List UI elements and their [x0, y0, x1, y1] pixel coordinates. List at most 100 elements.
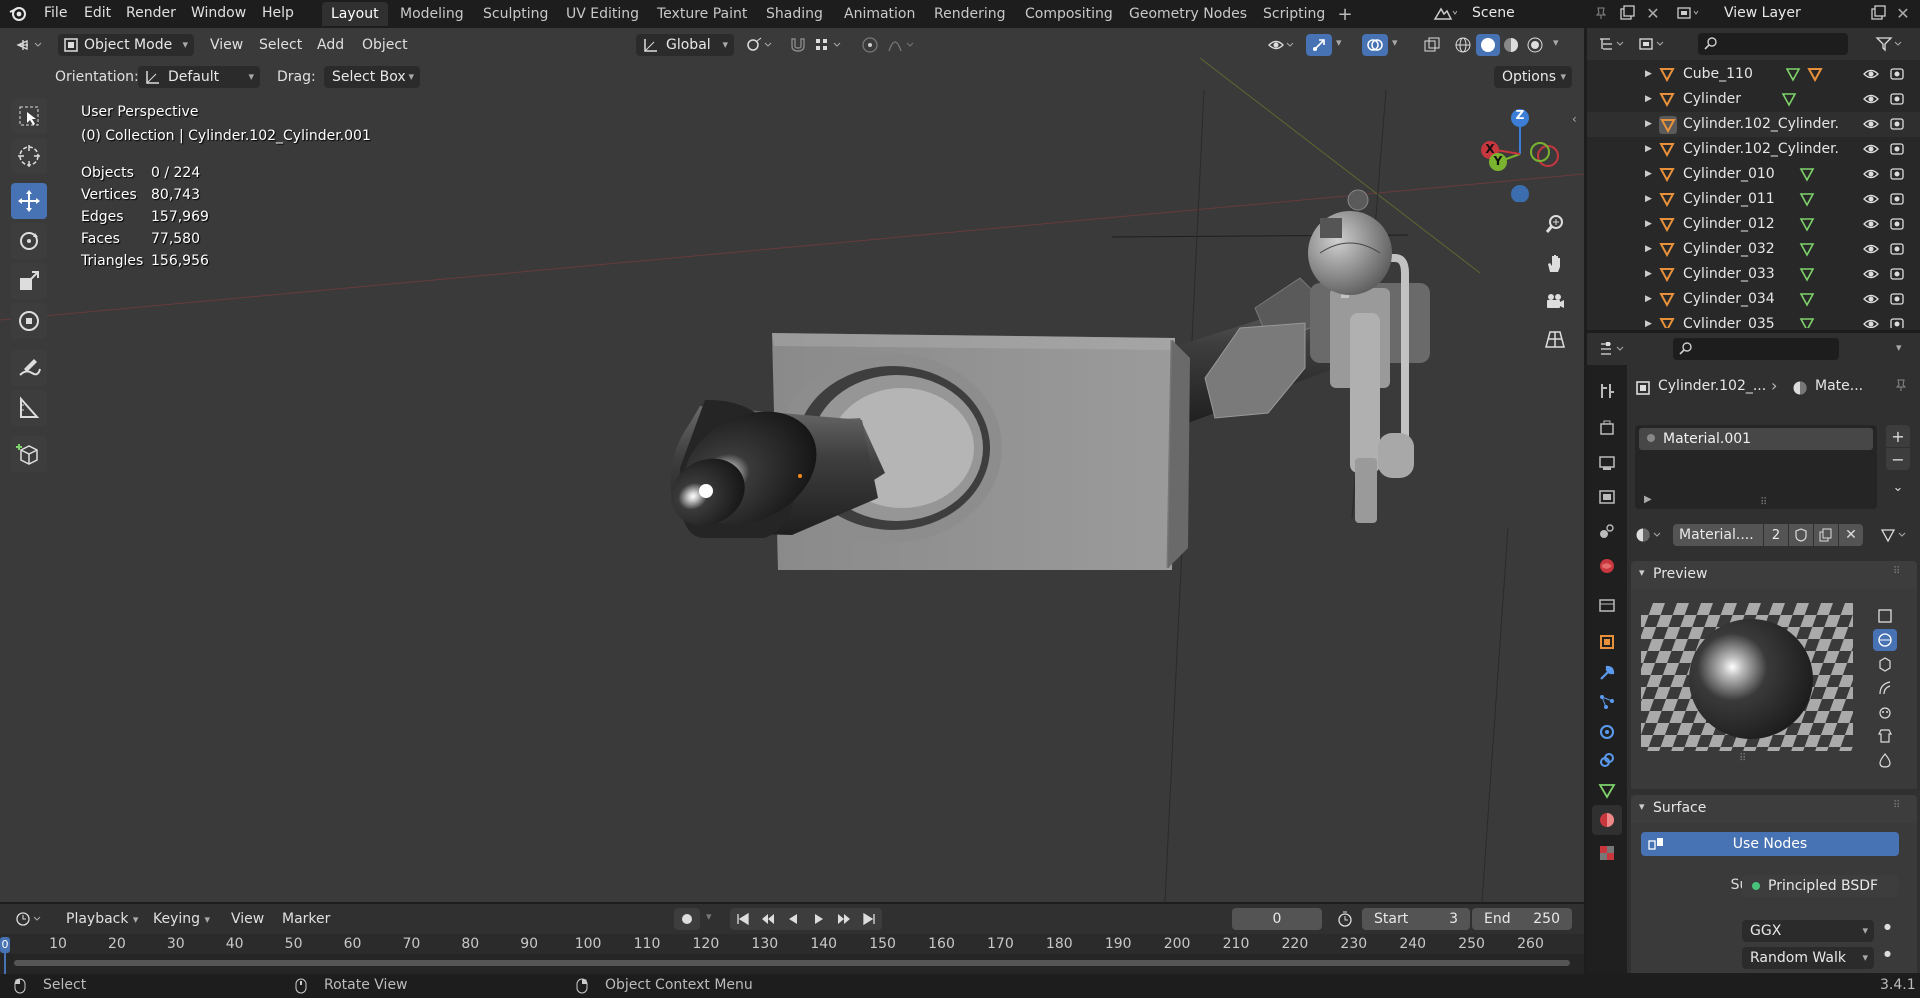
- pin-icon[interactable]: [1592, 4, 1610, 22]
- scene-name-field[interactable]: Scene: [1464, 2, 1612, 24]
- material-tab-icon[interactable]: [1592, 805, 1622, 835]
- tab-sculpting[interactable]: Sculpting: [474, 2, 557, 26]
- outliner-item-name[interactable]: Cylinder_035: [1683, 312, 1775, 328]
- filter-icon[interactable]: [1873, 33, 1907, 55]
- expand-arrow-icon[interactable]: ▶: [1645, 312, 1652, 328]
- tab-rendering[interactable]: Rendering: [925, 2, 1015, 26]
- outliner-item-name[interactable]: Cylinder_032: [1683, 237, 1775, 262]
- particles-tab-icon[interactable]: [1595, 690, 1619, 714]
- animate-dot-icon[interactable]: ●: [1884, 949, 1891, 958]
- eye-icon[interactable]: [1863, 91, 1879, 107]
- expand-arrow-icon[interactable]: ▶: [1645, 262, 1652, 287]
- outliner-editor-type-icon[interactable]: [1595, 33, 1631, 55]
- sphere-preview-icon[interactable]: [1873, 629, 1897, 651]
- texture-tab-icon[interactable]: [1595, 841, 1619, 865]
- camera-view-icon[interactable]: [1540, 286, 1570, 316]
- move-tool[interactable]: [11, 183, 47, 219]
- menu-view[interactable]: View: [210, 34, 243, 56]
- select-box-tool[interactable]: [11, 98, 47, 134]
- timeline-editor-type-icon[interactable]: [12, 908, 48, 930]
- drag-handle-icon[interactable]: ⠿: [1893, 566, 1900, 577]
- perspective-grid-icon[interactable]: [1540, 324, 1570, 354]
- scene-selector-icon[interactable]: [1430, 3, 1460, 23]
- outliner-row[interactable]: ▶ Cylinder_012: [1587, 212, 1920, 237]
- new-view-layer-icon[interactable]: [1868, 3, 1888, 23]
- outliner-search-input[interactable]: [1698, 33, 1848, 55]
- preview-resize-handle[interactable]: ⠿: [1739, 753, 1746, 764]
- outliner-row[interactable]: ▶ Cylinder_032: [1587, 237, 1920, 262]
- outliner-row[interactable]: ▶ Cylinder_011: [1587, 187, 1920, 212]
- display-mode-icon[interactable]: [1635, 33, 1671, 55]
- slot-specials-icon[interactable]: ⌄: [1886, 476, 1910, 498]
- camera-render-icon[interactable]: [1889, 66, 1905, 82]
- timeline-scrollbar[interactable]: [14, 960, 1570, 966]
- camera-render-icon[interactable]: [1889, 91, 1905, 107]
- tool-tab-icon[interactable]: [1595, 379, 1619, 403]
- jump-end-icon[interactable]: [862, 912, 876, 926]
- tab-compositing[interactable]: Compositing: [1016, 2, 1122, 26]
- tab-modeling[interactable]: Modeling: [391, 2, 473, 26]
- snap-magnet-icon[interactable]: [786, 34, 810, 56]
- start-frame-field[interactable]: Start 3: [1362, 908, 1470, 930]
- visibility-selectability-icon[interactable]: [1264, 34, 1300, 56]
- blender-logo-icon[interactable]: [8, 3, 28, 23]
- cube-preview-icon[interactable]: [1873, 653, 1897, 675]
- menu-timeline-view[interactable]: View: [231, 908, 264, 930]
- delete-scene-icon[interactable]: ✕: [1643, 3, 1663, 23]
- world-tab-icon[interactable]: [1595, 554, 1619, 578]
- timeline-area[interactable]: 10 20 30 40 50 60 70 80 90 100 110 120 130 140 150 160 1…: [0, 934, 1584, 974]
- eye-icon[interactable]: [1863, 241, 1879, 257]
- camera-render-icon[interactable]: [1889, 266, 1905, 282]
- material-preview-icon[interactable]: [1500, 34, 1522, 56]
- expand-arrow-icon[interactable]: ▶: [1645, 187, 1652, 212]
- expand-arrow-icon[interactable]: ▶: [1645, 212, 1652, 237]
- outliner-row[interactable]: ▶ Cylinder_035: [1587, 312, 1920, 328]
- pivot-point-icon[interactable]: [742, 34, 778, 56]
- object-tab-icon[interactable]: [1595, 630, 1619, 654]
- expand-arrow-icon[interactable]: ▶: [1645, 237, 1652, 262]
- modifiers-tab-icon[interactable]: [1595, 661, 1619, 685]
- add-slot-button[interactable]: +: [1886, 425, 1910, 447]
- monkey-preview-icon[interactable]: [1873, 701, 1897, 723]
- record-button[interactable]: [674, 908, 700, 930]
- tab-texture-paint[interactable]: Texture Paint: [648, 2, 756, 26]
- add-cube-tool[interactable]: [11, 436, 47, 472]
- physics-tab-icon[interactable]: [1595, 720, 1619, 744]
- outliner-row[interactable]: ▶ Cube_110: [1587, 62, 1920, 87]
- outliner-item-name[interactable]: Cylinder_010: [1683, 162, 1775, 187]
- flat-preview-icon[interactable]: [1873, 605, 1897, 627]
- scene-tab-icon[interactable]: [1595, 519, 1619, 543]
- outliner-item-name[interactable]: Cylinder_033: [1683, 262, 1775, 287]
- outliner-item-name[interactable]: Cylinder.102_Cylinder.: [1683, 137, 1839, 162]
- outliner-row[interactable]: ▶ Cylinder.102_Cylinder.: [1587, 137, 1920, 162]
- outliner-row[interactable]: ▶ Cylinder_010: [1587, 162, 1920, 187]
- camera-render-icon[interactable]: [1889, 316, 1905, 328]
- properties-editor-type-icon[interactable]: [1595, 338, 1631, 360]
- material-slot-row[interactable]: Material.001: [1639, 428, 1873, 450]
- tab-geometry-nodes[interactable]: Geometry Nodes: [1120, 2, 1256, 26]
- eye-icon[interactable]: [1863, 166, 1879, 182]
- overlays-dropdown-icon[interactable]: ▾: [1392, 36, 1398, 49]
- material-name-field[interactable]: Material....: [1673, 524, 1763, 546]
- browse-material-icon[interactable]: [1632, 524, 1668, 546]
- pin-icon[interactable]: [1894, 378, 1908, 392]
- distribution-dropdown[interactable]: GGX ▾: [1742, 920, 1874, 942]
- view-layer-tab-icon[interactable]: [1595, 485, 1619, 509]
- properties-options-icon[interactable]: ▾: [1896, 341, 1902, 354]
- cloth-preview-icon[interactable]: [1873, 725, 1897, 747]
- options-dropdown[interactable]: Options ▾: [1494, 66, 1572, 88]
- render-tab-icon[interactable]: [1595, 416, 1619, 440]
- view-layer-selector-icon[interactable]: [1672, 3, 1706, 23]
- expand-arrow-icon[interactable]: ▶: [1645, 112, 1652, 137]
- eye-icon[interactable]: [1863, 216, 1879, 232]
- jump-keyframe-forward-icon[interactable]: [837, 912, 851, 926]
- xray-toggle-icon[interactable]: [1420, 34, 1444, 56]
- hair-preview-icon[interactable]: [1873, 677, 1897, 699]
- menu-object[interactable]: Object: [362, 34, 408, 56]
- drag-handle-icon[interactable]: ⠿: [1893, 800, 1900, 811]
- camera-render-icon[interactable]: [1889, 166, 1905, 182]
- cursor-tool[interactable]: [11, 138, 47, 174]
- link-type-icon[interactable]: [1877, 524, 1913, 546]
- expand-arrow-icon[interactable]: ▶: [1645, 287, 1652, 312]
- tab-scripting[interactable]: Scripting: [1254, 2, 1334, 26]
